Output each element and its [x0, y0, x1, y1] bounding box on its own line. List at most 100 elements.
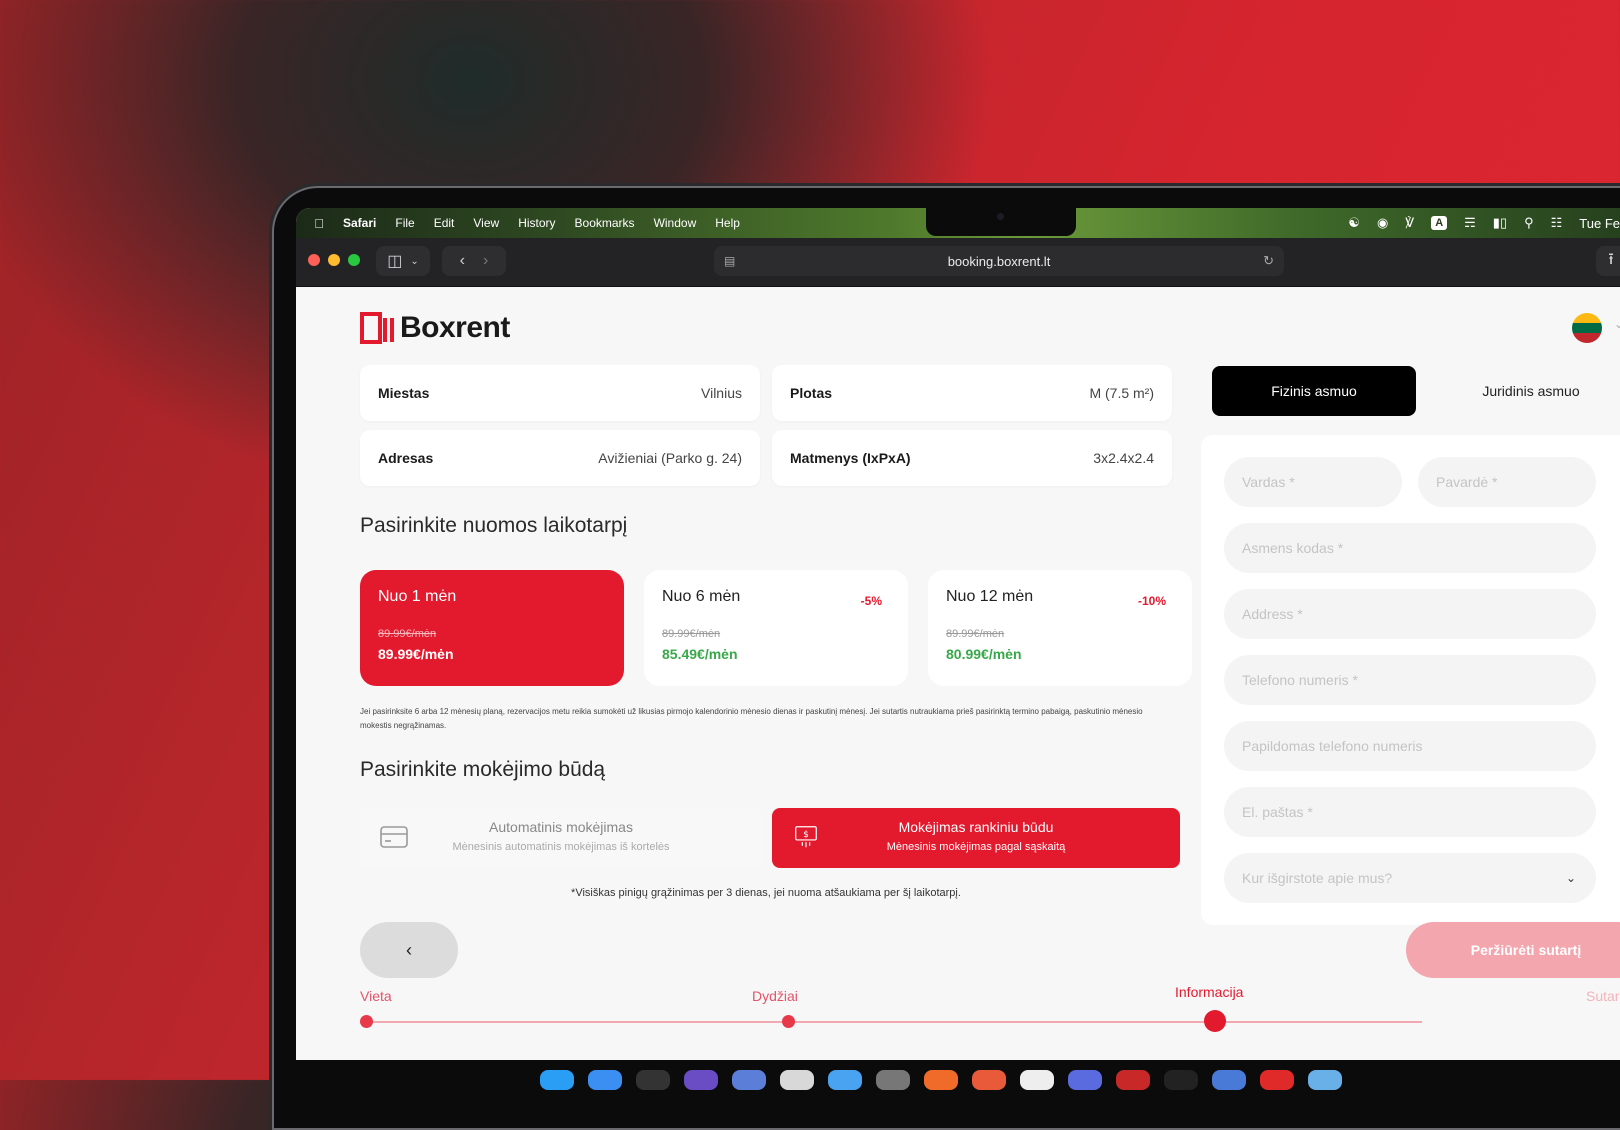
address-bar[interactable]: ▤ booking.boxrent.lt ↻ [714, 246, 1284, 276]
back-arrow-icon[interactable]: ‹ [460, 252, 465, 270]
invoice-money-icon: $ [795, 826, 817, 848]
step-dot-location[interactable] [360, 1015, 373, 1028]
app-icon[interactable] [1116, 1070, 1150, 1090]
control-center-icon[interactable]: ☷ [1551, 215, 1563, 231]
dock [540, 1070, 1342, 1090]
zoom-window-icon[interactable] [348, 254, 360, 266]
menu-file[interactable]: File [395, 216, 414, 230]
menu-window[interactable]: Window [654, 216, 697, 230]
plan-discount-badge: -10% [1137, 594, 1166, 608]
dimensions-card: Matmenys (IxPxA) 3x2.4x2.4 [772, 430, 1172, 486]
area-card: Plotas M (7.5 m²) [772, 365, 1172, 421]
credit-card-icon [380, 826, 408, 848]
tab-private-person[interactable]: Fizinis asmuo [1212, 366, 1416, 416]
app-icon[interactable] [876, 1070, 910, 1090]
wifi-icon[interactable]: ☴ [1464, 215, 1476, 231]
camera-notch [926, 208, 1076, 236]
sync-icon[interactable]: ◉ [1377, 215, 1388, 231]
battery-icon[interactable]: ▮▯ [1493, 215, 1507, 231]
step-dot-sizes[interactable] [782, 1015, 795, 1028]
city-value: Vilnius [701, 385, 742, 401]
progress-line [366, 1021, 1422, 1023]
finder-icon[interactable] [540, 1070, 574, 1090]
share-icon: ⭱ [1608, 250, 1614, 268]
sidebar-toggle-button[interactable]: ◫ ⌄ [376, 246, 430, 276]
brand-logo[interactable]: Boxrent [360, 311, 510, 345]
page-settings-icon[interactable]: ▤ [724, 254, 735, 268]
apple-icon[interactable]:  [312, 216, 326, 231]
personal-code-field[interactable]: Asmens kodas * [1224, 523, 1596, 573]
menu-view[interactable]: View [473, 216, 499, 230]
phone-field[interactable]: Telefono numeris * [1224, 655, 1596, 705]
city-label: Miestas [378, 385, 430, 401]
extra-phone-field[interactable]: Papildomas telefono numeris [1224, 721, 1596, 771]
spotlight-icon[interactable]: ⚲ [1524, 215, 1534, 231]
area-label: Plotas [790, 385, 833, 401]
step-dot-information [1204, 1010, 1226, 1032]
close-window-icon[interactable] [308, 254, 320, 266]
payment-manual-subtitle: Mėnesinis mokėjimas pagal sąskaitą [886, 841, 1066, 853]
app-store-icon[interactable] [588, 1070, 622, 1090]
booking-page: Boxrent ⌄ Miestas Vilnius Plotas M (7.5 … [296, 287, 1620, 1060]
history-nav: ‹ › [442, 246, 506, 276]
airdrop-icon[interactable]: ℣ [1405, 215, 1414, 231]
menu-app-name[interactable]: Safari [343, 216, 376, 230]
plan-card-1-month[interactable]: Nuo 1 mėn 89.99€/mėn 89.99€/mėn [360, 570, 624, 686]
forward-arrow-icon[interactable]: › [483, 252, 488, 270]
app-icon[interactable] [636, 1070, 670, 1090]
review-contract-button[interactable]: Peržiūrėti sutartį [1406, 922, 1620, 978]
input-source-icon[interactable]: A [1431, 216, 1448, 230]
source-select[interactable]: Kur išgirstote apie mus? ⌄ [1224, 853, 1596, 903]
payment-option-manual[interactable]: $ Mokėjimas rankiniu būdu Mėnesinis mokė… [772, 808, 1180, 868]
area-value: M (7.5 m²) [1089, 385, 1154, 401]
menu-bookmarks[interactable]: Bookmarks [575, 216, 635, 230]
back-button[interactable]: ‹ [360, 922, 458, 978]
app-icon[interactable] [684, 1070, 718, 1090]
status-tray: ☯ ◉ ℣ A ☴ ▮▯ ⚲ ☷ Tue Fe [1348, 208, 1620, 238]
dimensions-value: 3x2.4x2.4 [1093, 450, 1154, 466]
app-icon[interactable] [1164, 1070, 1198, 1090]
language-chevron-icon[interactable]: ⌄ [1614, 317, 1620, 331]
app-icon[interactable] [1212, 1070, 1246, 1090]
plan-price: 85.49€/mėn [662, 646, 738, 662]
app-icon[interactable] [924, 1070, 958, 1090]
menu-edit[interactable]: Edit [434, 216, 455, 230]
accessibility-icon[interactable]: ☯ [1348, 215, 1360, 231]
last-name-field[interactable]: Pavardė * [1418, 457, 1596, 507]
clock[interactable]: Tue Fe [1579, 216, 1620, 231]
city-card: Miestas Vilnius [360, 365, 760, 421]
first-name-field[interactable]: Vardas * [1224, 457, 1402, 507]
app-icon[interactable] [1260, 1070, 1294, 1090]
svg-text:$: $ [803, 830, 809, 840]
plan-discount-badge: -5% [860, 594, 882, 608]
app-icon[interactable] [828, 1070, 862, 1090]
source-select-placeholder: Kur išgirstote apie mus? [1242, 870, 1393, 886]
app-icon[interactable] [1068, 1070, 1102, 1090]
address-field[interactable]: Address * [1224, 589, 1596, 639]
share-button[interactable]: ⭱ [1596, 246, 1620, 276]
menu-help[interactable]: Help [715, 216, 740, 230]
period-note: Jei pasirinksite 6 arba 12 mėnesių planą… [360, 707, 1143, 730]
menu-history[interactable]: History [518, 216, 555, 230]
payment-option-automatic[interactable]: Automatinis mokėjimas Mėnesinis automati… [360, 808, 762, 868]
app-icon[interactable] [972, 1070, 1006, 1090]
email-field[interactable]: El. paštas * [1224, 787, 1596, 837]
app-icon[interactable] [1020, 1070, 1054, 1090]
plan-old-price: 89.99€/mėn [662, 628, 721, 640]
brand-name: Boxrent [400, 311, 510, 344]
url-text: booking.boxrent.lt [947, 253, 1051, 269]
language-flag-icon[interactable] [1572, 313, 1602, 343]
plan-card-12-months[interactable]: Nuo 12 mėn -10% 89.99€/mėn 80.99€/mėn [928, 570, 1192, 686]
tab-legal-entity[interactable]: Juridinis asmuo [1426, 366, 1620, 416]
app-icon[interactable] [1308, 1070, 1342, 1090]
app-icon[interactable] [780, 1070, 814, 1090]
screen:  Safari File Edit View History Bookmark… [296, 208, 1620, 1060]
step-label-location[interactable]: Vieta [360, 988, 392, 1004]
plan-price: 89.99€/mėn [378, 646, 454, 662]
address-card: Adresas Avižieniai (Parko g. 24) [360, 430, 760, 486]
app-icon[interactable] [732, 1070, 766, 1090]
reload-icon[interactable]: ↻ [1263, 253, 1274, 269]
plan-card-6-months[interactable]: Nuo 6 mėn -5% 89.99€/mėn 85.49€/mėn [644, 570, 908, 686]
minimize-window-icon[interactable] [328, 254, 340, 266]
step-label-sizes[interactable]: Dydžiai [752, 988, 798, 1004]
